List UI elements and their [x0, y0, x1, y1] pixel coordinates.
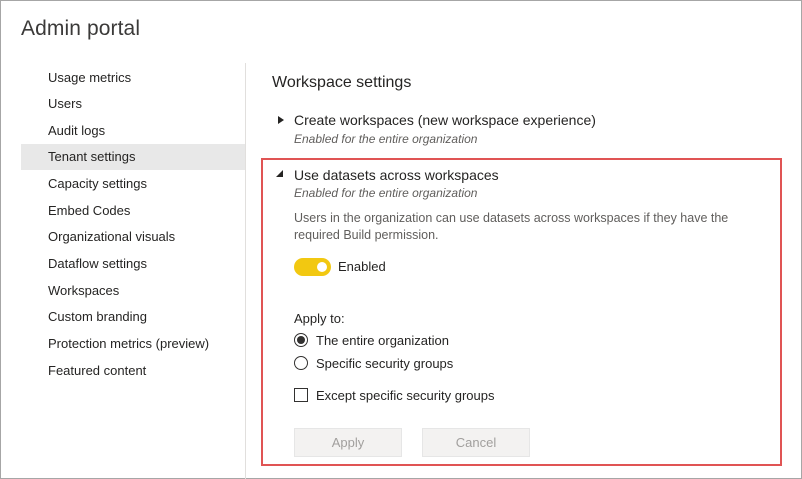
- sidebar-item-organizational-visuals[interactable]: Organizational visuals: [21, 224, 245, 250]
- radio-label-entire-organization[interactable]: The entire organization: [316, 333, 449, 348]
- setting-title-use-datasets[interactable]: Use datasets across workspaces: [294, 167, 499, 183]
- setting-status-use-datasets: Enabled for the entire organization: [294, 186, 478, 200]
- apply-to-label: Apply to:: [294, 311, 345, 326]
- sidebar-item-dataflow-settings[interactable]: Dataflow settings: [21, 251, 245, 277]
- sidebar-item-capacity-settings[interactable]: Capacity settings: [21, 171, 245, 197]
- sidebar-item-embed-codes[interactable]: Embed Codes: [21, 198, 245, 224]
- radio-entire-organization[interactable]: [294, 333, 308, 347]
- sidebar-item-featured-content[interactable]: Featured content: [21, 358, 245, 384]
- setting-title-create-workspaces[interactable]: Create workspaces (new workspace experie…: [294, 112, 596, 128]
- collapse-arrow-icon[interactable]: [276, 170, 284, 178]
- radio-specific-security-groups[interactable]: [294, 356, 308, 370]
- expand-arrow-icon[interactable]: [277, 116, 285, 124]
- page-title: Admin portal: [21, 17, 141, 40]
- section-title: Workspace settings: [272, 74, 412, 91]
- sidebar-item-custom-branding[interactable]: Custom branding: [21, 304, 245, 330]
- toggle-knob: [317, 262, 327, 272]
- setting-status-create-workspaces: Enabled for the entire organization: [294, 132, 478, 146]
- toggle-label: Enabled: [338, 259, 386, 274]
- except-groups-checkbox[interactable]: [294, 388, 308, 402]
- apply-button[interactable]: Apply: [294, 428, 402, 457]
- cancel-button[interactable]: Cancel: [422, 428, 530, 457]
- sidebar-item-tenant-settings[interactable]: Tenant settings: [21, 144, 245, 170]
- enabled-toggle[interactable]: [294, 258, 331, 276]
- sidebar-item-audit-logs[interactable]: Audit logs: [21, 118, 245, 144]
- checkbox-label-except-groups[interactable]: Except specific security groups: [316, 388, 494, 403]
- radio-label-specific-security-groups[interactable]: Specific security groups: [316, 356, 453, 371]
- sidebar-item-workspaces[interactable]: Workspaces: [21, 278, 245, 304]
- sidebar-item-users[interactable]: Users: [21, 91, 245, 117]
- sidebar: Usage metrics Users Audit logs Tenant se…: [1, 63, 246, 479]
- setting-description: Users in the organization can use datase…: [294, 211, 729, 242]
- admin-portal-window: Admin portal Usage metrics Users Audit l…: [0, 0, 802, 479]
- sidebar-item-protection-metrics[interactable]: Protection metrics (preview): [21, 331, 245, 357]
- sidebar-item-usage-metrics[interactable]: Usage metrics: [21, 65, 245, 91]
